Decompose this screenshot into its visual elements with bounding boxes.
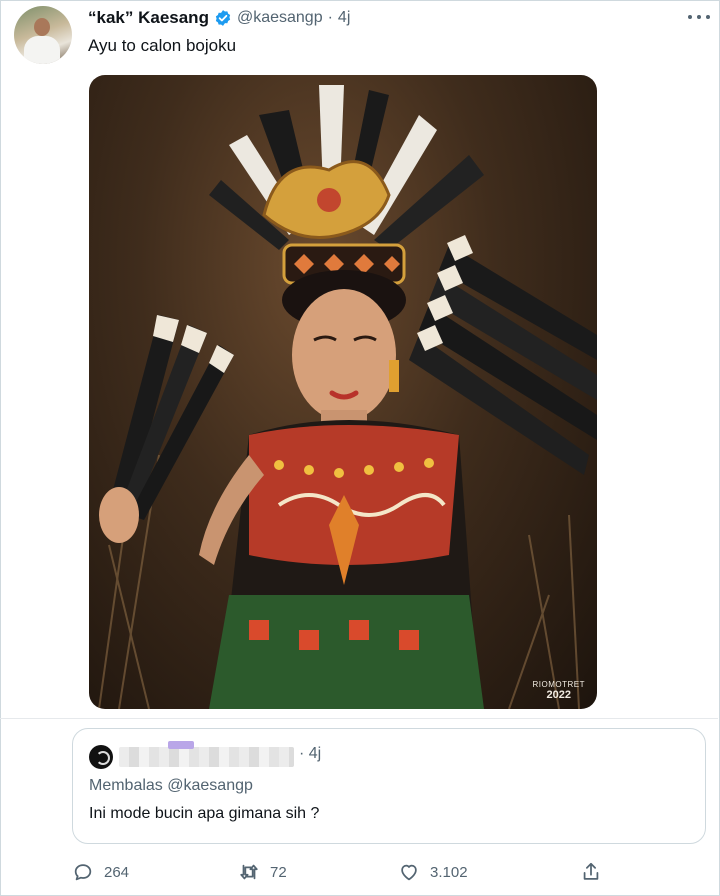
author-header: “kak” Kaesang @kaesangp · 4j xyxy=(88,7,350,29)
photo-illustration xyxy=(98,85,597,709)
photo-watermark: RIOMOTRET 2022 xyxy=(533,680,586,701)
reply-avatar[interactable] xyxy=(89,745,113,769)
redacted-username-accent xyxy=(168,741,194,749)
verified-badge-icon xyxy=(215,10,231,26)
watermark-line2: 2022 xyxy=(546,689,571,701)
tweet-photo[interactable]: RIOMOTRET 2022 xyxy=(89,75,597,709)
reply-card[interactable]: · 4j Membalas @kaesangp Ini mode bucin a… xyxy=(72,728,706,844)
author-avatar[interactable] xyxy=(14,6,72,64)
more-icon[interactable] xyxy=(688,10,710,24)
divider xyxy=(0,718,718,719)
retweet-icon xyxy=(240,864,258,880)
retweet-button[interactable]: 72 xyxy=(238,858,287,886)
like-count: 3.102 xyxy=(430,863,468,881)
reply-count: 264 xyxy=(104,863,130,881)
redacted-username xyxy=(119,747,294,767)
tweet-text: Ayu to calon bojoku xyxy=(88,36,237,55)
reply-icon xyxy=(74,864,92,881)
reply-text: Ini mode bucin apa gimana sih ? xyxy=(89,805,320,822)
tweet-timestamp[interactable]: 4j xyxy=(338,9,350,27)
author-display-name[interactable]: “kak” Kaesang xyxy=(88,8,209,28)
share-icon xyxy=(583,862,599,880)
like-icon xyxy=(401,864,417,881)
share-button[interactable] xyxy=(580,858,602,886)
like-button[interactable]: 3.102 xyxy=(398,858,468,886)
reply-context[interactable]: Membalas @kaesangp xyxy=(89,777,253,795)
separator-dot: · xyxy=(327,9,333,26)
tweet-actions: 264 72 3.102 xyxy=(0,858,718,886)
reply-button[interactable]: 264 xyxy=(72,858,129,886)
reply-timestamp[interactable]: · 4j xyxy=(299,745,321,763)
watermark-line1: RIOMOTRET xyxy=(532,680,585,689)
retweet-count: 72 xyxy=(270,863,287,881)
author-handle[interactable]: @kaesangp xyxy=(237,9,323,27)
